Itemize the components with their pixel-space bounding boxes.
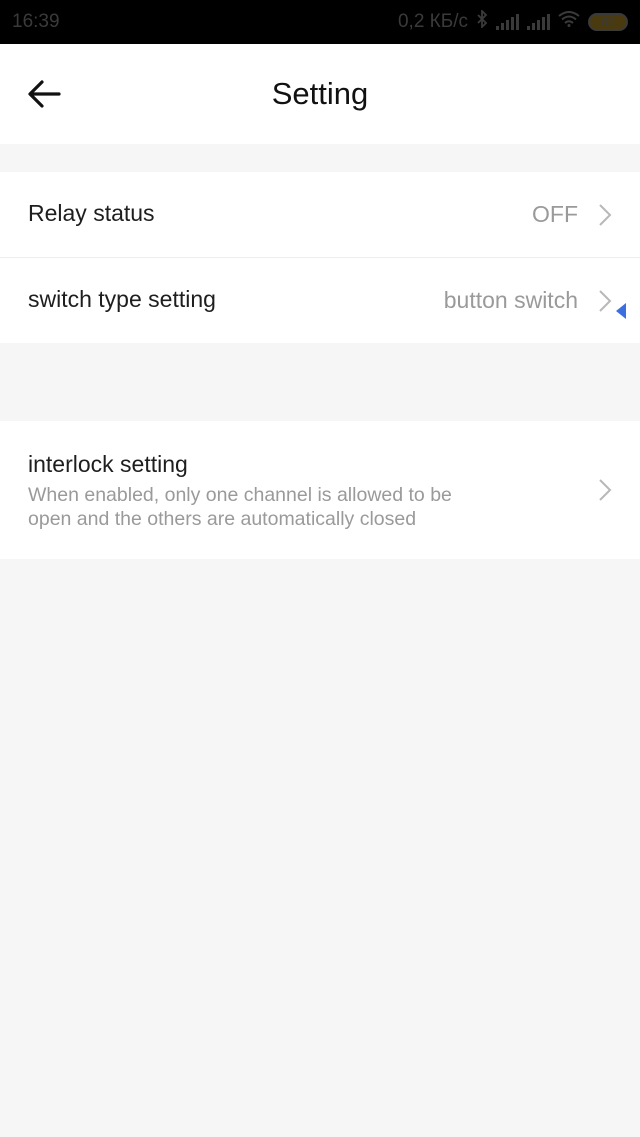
chevron-right-icon — [599, 204, 612, 226]
battery-icon: 68 — [588, 13, 628, 31]
relay-status-row[interactable]: Relay status OFF — [0, 172, 640, 257]
signal-icon — [496, 14, 519, 30]
signal-icon — [527, 14, 550, 30]
bluetooth-icon — [476, 8, 488, 34]
switch-type-label: switch type setting — [28, 286, 216, 312]
status-bar: 16:39 0,2 КБ/с 68 — [0, 0, 640, 44]
chevron-right-icon — [599, 290, 612, 312]
relay-status-value: OFF — [532, 201, 578, 227]
page-title: Setting — [271, 76, 369, 111]
settings-group: Relay status OFF switch type setting but… — [0, 172, 640, 343]
net-speed: 0,2 КБ/с — [397, 11, 468, 32]
status-time: 16:39 — [12, 11, 60, 32]
app-header: Setting — [0, 44, 640, 144]
interlock-setting-row[interactable]: interlock setting When enabled, only one… — [0, 421, 640, 559]
interlock-description: When enabled, only one channel is allowe… — [28, 484, 452, 530]
chevron-right-icon — [599, 479, 612, 501]
status-indicators: 0,2 КБ/с 68 — [397, 8, 628, 34]
interlock-label: interlock setting — [28, 451, 188, 477]
wifi-icon — [558, 11, 580, 33]
relay-status-label: Relay status — [28, 200, 155, 226]
switch-type-row[interactable]: switch type setting button switch — [0, 258, 640, 343]
switch-type-value: button switch — [443, 287, 578, 313]
edge-handle-icon[interactable] — [616, 303, 626, 319]
